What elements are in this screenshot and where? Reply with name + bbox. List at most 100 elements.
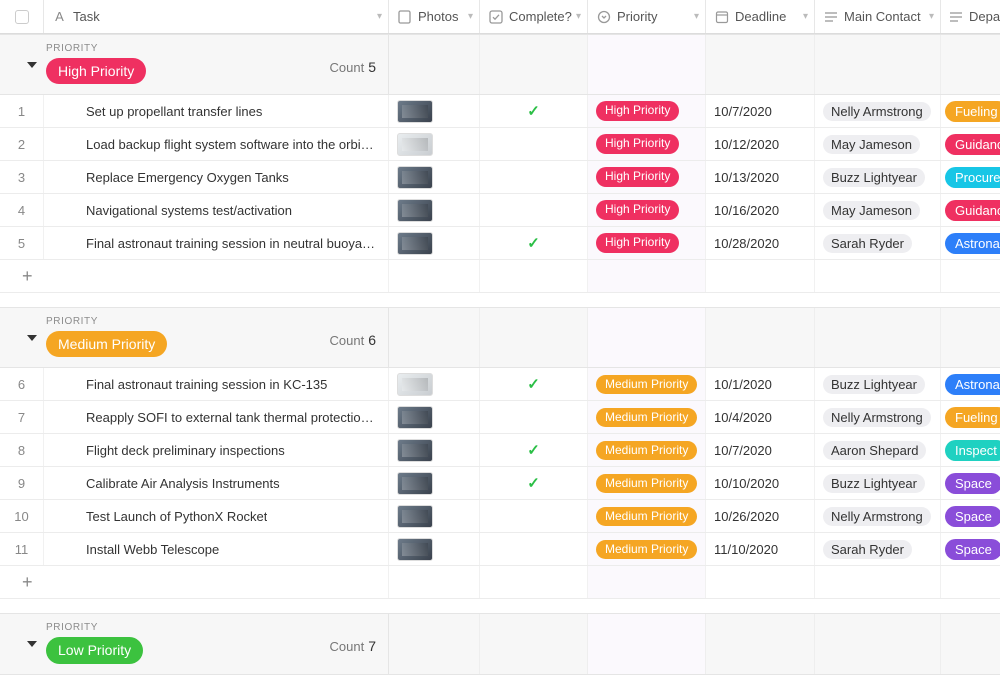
cell-priority[interactable]: Medium Priority <box>588 500 706 532</box>
cell-complete[interactable] <box>480 194 588 226</box>
cell-priority[interactable]: High Priority <box>588 128 706 160</box>
cell-priority[interactable]: High Priority <box>588 161 706 193</box>
cell-contact[interactable]: Nelly Armstrong <box>815 401 941 433</box>
cell-contact[interactable]: Aaron Shepard <box>815 434 941 466</box>
cell-photos[interactable] <box>389 194 480 226</box>
cell-photos[interactable] <box>389 467 480 499</box>
cell-contact[interactable]: May Jameson <box>815 128 941 160</box>
cell-deadline[interactable]: 10/28/2020 <box>706 227 815 259</box>
cell-photos[interactable] <box>389 95 480 127</box>
cell-dept[interactable]: Astrona <box>941 227 1000 259</box>
cell-dept[interactable]: Space <box>941 533 1000 565</box>
collapse-toggle[interactable] <box>26 332 38 344</box>
cell-complete[interactable]: ✓ <box>480 227 588 259</box>
cell-photos[interactable] <box>389 161 480 193</box>
cell-priority[interactable]: Medium Priority <box>588 533 706 565</box>
column-header-deadline[interactable]: Deadline ▾ <box>706 0 815 33</box>
table-row[interactable]: 5 Final astronaut training session in ne… <box>0 227 1000 260</box>
cell-priority[interactable]: High Priority <box>588 194 706 226</box>
cell-priority[interactable]: Medium Priority <box>588 368 706 400</box>
cell-task[interactable]: Final astronaut training session in KC-1… <box>44 368 389 400</box>
cell-task[interactable]: Calibrate Air Analysis Instruments <box>44 467 389 499</box>
cell-complete[interactable]: ✓ <box>480 95 588 127</box>
cell-photos[interactable] <box>389 533 480 565</box>
cell-photos[interactable] <box>389 500 480 532</box>
cell-dept[interactable]: Astrona <box>941 368 1000 400</box>
cell-complete[interactable] <box>480 161 588 193</box>
cell-deadline[interactable]: 10/10/2020 <box>706 467 815 499</box>
cell-photos[interactable] <box>389 368 480 400</box>
column-header-photos[interactable]: Photos ▾ <box>389 0 480 33</box>
add-row-button[interactable]: + <box>0 260 389 292</box>
add-row-button[interactable]: + <box>0 566 389 598</box>
cell-deadline[interactable]: 10/4/2020 <box>706 401 815 433</box>
cell-deadline[interactable]: 10/7/2020 <box>706 95 815 127</box>
cell-contact[interactable]: May Jameson <box>815 194 941 226</box>
cell-deadline[interactable]: 10/12/2020 <box>706 128 815 160</box>
cell-dept[interactable]: Inspect <box>941 434 1000 466</box>
table-row[interactable]: 10 Test Launch of PythonX Rocket Medium … <box>0 500 1000 533</box>
cell-dept[interactable]: Space <box>941 500 1000 532</box>
column-header-task[interactable]: A Task ▾ <box>44 0 389 33</box>
cell-task[interactable]: Load backup flight system software into … <box>44 128 389 160</box>
table-row[interactable]: 9 Calibrate Air Analysis Instruments ✓ M… <box>0 467 1000 500</box>
column-header-dept[interactable]: Depa <box>941 0 1000 33</box>
cell-priority[interactable]: Medium Priority <box>588 401 706 433</box>
group-value-pill[interactable]: Medium Priority <box>46 331 167 357</box>
table-row[interactable]: 6 Final astronaut training session in KC… <box>0 368 1000 401</box>
cell-dept[interactable]: Guidanc <box>941 128 1000 160</box>
cell-complete[interactable] <box>480 533 588 565</box>
cell-deadline[interactable]: 10/1/2020 <box>706 368 815 400</box>
table-row[interactable]: 8 Flight deck preliminary inspections ✓ … <box>0 434 1000 467</box>
cell-complete[interactable] <box>480 500 588 532</box>
cell-deadline[interactable]: 10/13/2020 <box>706 161 815 193</box>
cell-photos[interactable] <box>389 401 480 433</box>
cell-task[interactable]: Final astronaut training session in neut… <box>44 227 389 259</box>
cell-contact[interactable]: Buzz Lightyear <box>815 467 941 499</box>
select-all-cell[interactable] <box>0 0 44 33</box>
cell-complete[interactable] <box>480 401 588 433</box>
cell-dept[interactable]: Procure <box>941 161 1000 193</box>
cell-deadline[interactable]: 10/16/2020 <box>706 194 815 226</box>
cell-photos[interactable] <box>389 128 480 160</box>
cell-dept[interactable]: Space <box>941 467 1000 499</box>
cell-contact[interactable]: Sarah Ryder <box>815 533 941 565</box>
cell-contact[interactable]: Nelly Armstrong <box>815 95 941 127</box>
cell-task[interactable]: Flight deck preliminary inspections <box>44 434 389 466</box>
cell-task[interactable]: Reapply SOFI to external tank thermal pr… <box>44 401 389 433</box>
table-row[interactable]: 1 Set up propellant transfer lines ✓ Hig… <box>0 95 1000 128</box>
table-row[interactable]: 3 Replace Emergency Oxygen Tanks High Pr… <box>0 161 1000 194</box>
cell-photos[interactable] <box>389 434 480 466</box>
cell-complete[interactable]: ✓ <box>480 368 588 400</box>
cell-task[interactable]: Install Webb Telescope <box>44 533 389 565</box>
cell-task[interactable]: Navigational systems test/activation <box>44 194 389 226</box>
table-row[interactable]: 7 Reapply SOFI to external tank thermal … <box>0 401 1000 434</box>
cell-deadline[interactable]: 11/10/2020 <box>706 533 815 565</box>
cell-complete[interactable]: ✓ <box>480 467 588 499</box>
cell-photos[interactable] <box>389 227 480 259</box>
table-row[interactable]: 11 Install Webb Telescope Medium Priorit… <box>0 533 1000 566</box>
cell-priority[interactable]: High Priority <box>588 227 706 259</box>
cell-contact[interactable]: Sarah Ryder <box>815 227 941 259</box>
group-value-pill[interactable]: High Priority <box>46 58 146 84</box>
cell-dept[interactable]: Fueling <box>941 95 1000 127</box>
column-header-complete[interactable]: Complete? ▾ <box>480 0 588 33</box>
group-value-pill[interactable]: Low Priority <box>46 637 143 663</box>
cell-deadline[interactable]: 10/7/2020 <box>706 434 815 466</box>
cell-priority[interactable]: Medium Priority <box>588 467 706 499</box>
column-header-priority[interactable]: Priority ▾ <box>588 0 706 33</box>
collapse-toggle[interactable] <box>26 59 38 71</box>
collapse-toggle[interactable] <box>26 638 38 650</box>
cell-contact[interactable]: Buzz Lightyear <box>815 368 941 400</box>
cell-contact[interactable]: Buzz Lightyear <box>815 161 941 193</box>
cell-task[interactable]: Set up propellant transfer lines <box>44 95 389 127</box>
column-header-contact[interactable]: Main Contact ▾ <box>815 0 941 33</box>
cell-complete[interactable] <box>480 128 588 160</box>
cell-task[interactable]: Test Launch of PythonX Rocket <box>44 500 389 532</box>
table-row[interactable]: 4 Navigational systems test/activation H… <box>0 194 1000 227</box>
cell-complete[interactable]: ✓ <box>480 434 588 466</box>
table-row[interactable]: 2 Load backup flight system software int… <box>0 128 1000 161</box>
cell-contact[interactable]: Nelly Armstrong <box>815 500 941 532</box>
cell-deadline[interactable]: 10/26/2020 <box>706 500 815 532</box>
cell-task[interactable]: Replace Emergency Oxygen Tanks <box>44 161 389 193</box>
